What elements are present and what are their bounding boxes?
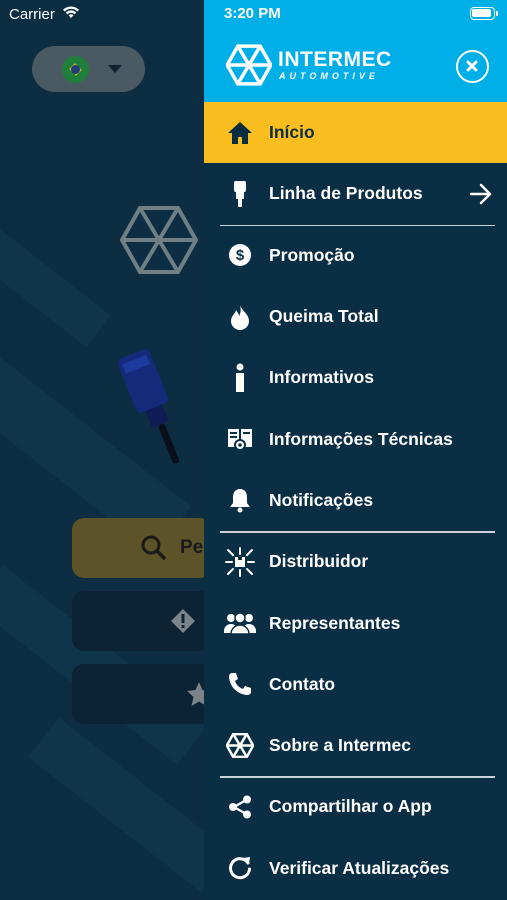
navigation-drawer: 3:20 PM INTERMEC AUTOMOTIVE Início Linha…	[204, 0, 507, 900]
home-icon	[224, 117, 256, 149]
search-icon	[140, 534, 166, 565]
favorites-button[interactable]	[72, 664, 212, 724]
menu-item-notificacoes[interactable]: Notificações	[204, 470, 507, 531]
menu-item-label: Sobre a Intermec	[269, 735, 411, 756]
wifi-icon	[62, 5, 80, 23]
chevron-down-icon	[108, 65, 122, 73]
search-button-label: Pe	[180, 537, 204, 558]
menu-item-label: Promoção	[269, 244, 355, 265]
dollar-coin-icon: $	[224, 239, 256, 271]
menu-divider	[220, 776, 495, 778]
background-decor	[27, 717, 233, 893]
menu-item-label: Representantes	[269, 612, 401, 633]
menu-item-label: Queima Total	[269, 306, 379, 327]
technical-docs-icon	[224, 423, 256, 455]
product-image	[108, 340, 208, 475]
battery-icon	[470, 7, 498, 20]
close-icon	[466, 60, 478, 72]
menu-item-label: Informações Técnicas	[269, 428, 453, 449]
background-decor	[0, 192, 112, 348]
menu-item-inicio[interactable]: Início	[204, 102, 507, 164]
carrier-label: Carrier	[9, 6, 55, 23]
intermec-logo-icon	[225, 44, 273, 86]
close-button[interactable]	[456, 50, 489, 83]
menu-item-distribuidor[interactable]: Distribuidor	[204, 531, 507, 592]
warning-icon	[170, 608, 196, 639]
status-bar-left: Carrier	[0, 0, 220, 30]
menu-divider	[220, 531, 495, 533]
brand-logo: INTERMEC AUTOMOTIVE	[225, 44, 391, 86]
menu-item-label: Informativos	[269, 367, 375, 388]
spark-plug-icon	[224, 178, 256, 210]
intermec-logo-icon	[224, 730, 256, 762]
arrow-right-icon	[469, 183, 493, 210]
menu-item-sobre-a-intermec[interactable]: Sobre a Intermec	[204, 715, 507, 776]
bell-icon	[224, 484, 256, 516]
menu-item-promocao[interactable]: $ Promoção	[204, 225, 507, 286]
menu-item-label: Início	[269, 122, 315, 143]
menu-item-label: Compartilhar o App	[269, 796, 432, 817]
svg-text:$: $	[236, 247, 245, 264]
drawer-header: 3:20 PM INTERMEC AUTOMOTIVE	[204, 0, 507, 102]
menu-divider	[220, 224, 495, 227]
flame-icon	[224, 301, 256, 333]
menu-item-label: Verificar Atualizações	[269, 857, 450, 878]
distribution-icon	[224, 546, 256, 578]
menu-item-label: Contato	[269, 673, 336, 694]
people-icon	[224, 607, 256, 639]
info-icon	[224, 362, 256, 394]
warning-button[interactable]	[72, 591, 212, 651]
menu-item-label: Notificações	[269, 489, 374, 510]
menu-item-linha-de-produtos[interactable]: Linha de Produtos	[204, 163, 507, 224]
menu-item-contato[interactable]: Contato	[204, 654, 507, 715]
brazil-flag-icon	[62, 56, 89, 83]
menu-item-compartilhar-o-app[interactable]: Compartilhar o App	[204, 776, 507, 837]
phone-icon	[224, 668, 256, 700]
intermec-logo-icon	[119, 205, 199, 280]
brand-subtitle: AUTOMOTIVE	[279, 71, 379, 81]
status-time: 3:20 PM	[224, 5, 281, 22]
share-icon	[224, 791, 256, 823]
menu-item-informativos[interactable]: Informativos	[204, 347, 507, 408]
menu-item-label: Linha de Produtos	[269, 183, 423, 204]
language-selector[interactable]	[32, 46, 145, 92]
brand-name: INTERMEC	[278, 48, 392, 71]
menu-item-verificar-atualizacoes[interactable]: Verificar Atualizações	[204, 838, 507, 899]
search-button[interactable]: Pe	[72, 518, 212, 578]
menu-item-informacoes-tecnicas[interactable]: Informações Técnicas	[204, 408, 507, 469]
menu-item-queima-total[interactable]: Queima Total	[204, 286, 507, 347]
menu-item-label: Distribuidor	[269, 551, 369, 572]
menu-item-representantes[interactable]: Representantes	[204, 592, 507, 653]
drawer-menu: Início Linha de Produtos $ Promoção Quei…	[204, 102, 507, 899]
refresh-icon	[224, 852, 256, 884]
